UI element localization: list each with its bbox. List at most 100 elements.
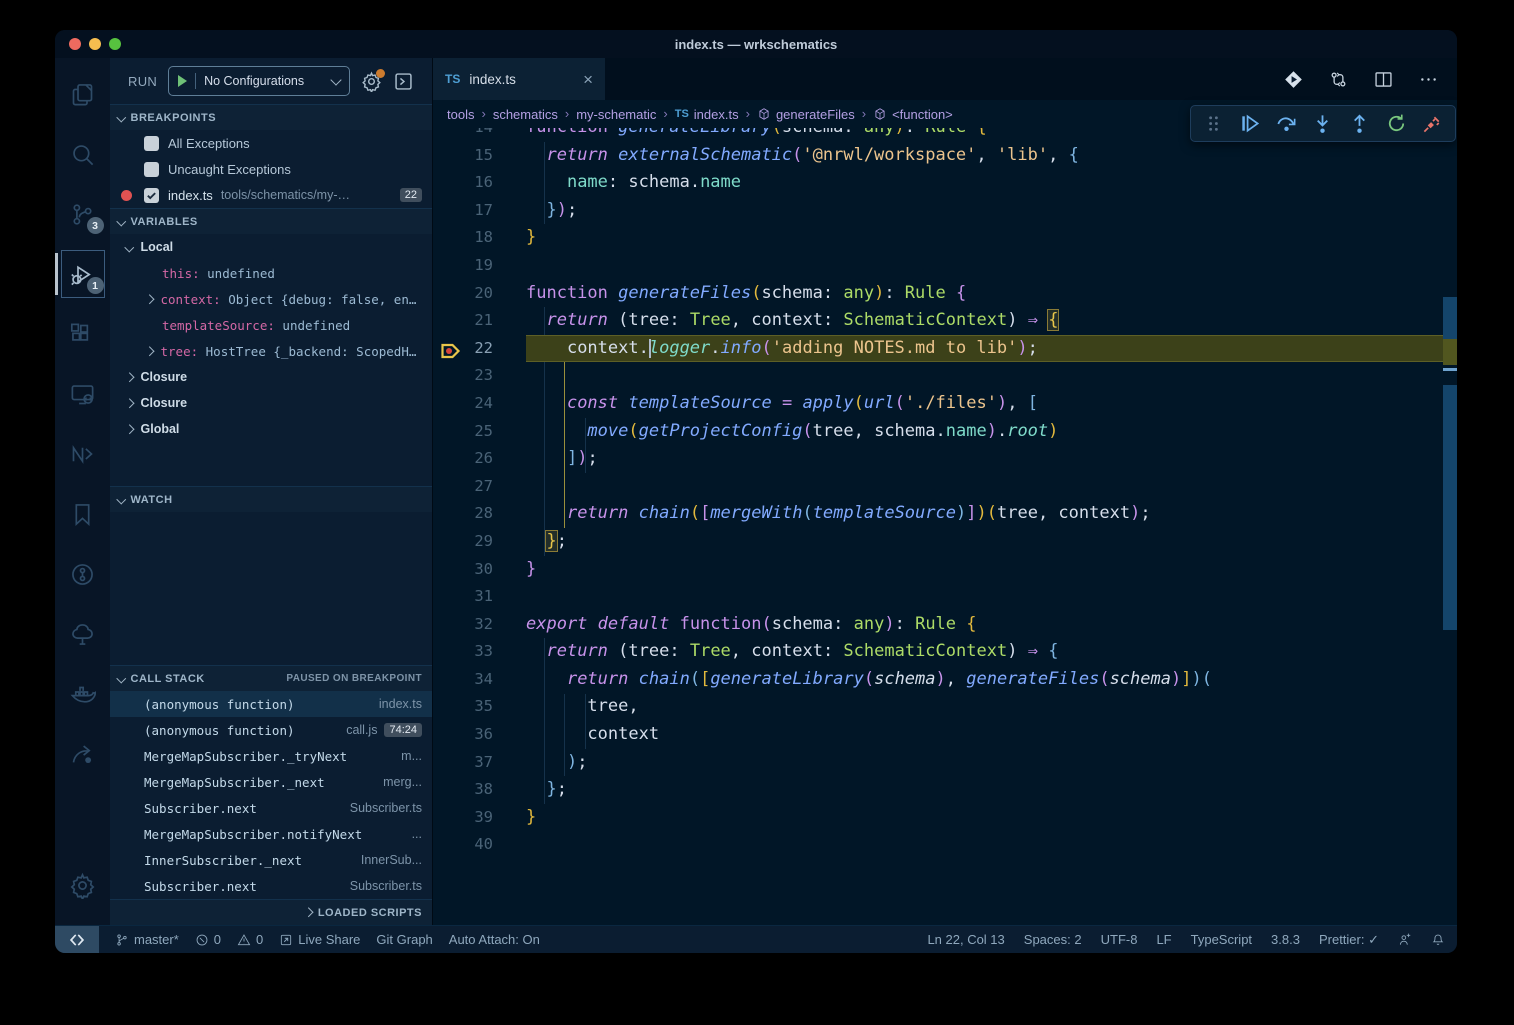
status-item-spaces-2[interactable]: Spaces: 2 — [1024, 932, 1082, 947]
status-item-git-graph[interactable]: Git Graph — [376, 932, 432, 947]
variable-row[interactable]: tree: HostTree {_backend: ScopedH… — [110, 338, 432, 364]
status-item-prettier-[interactable]: Prettier: ✓ — [1319, 932, 1379, 948]
overview-ruler[interactable] — [1443, 128, 1457, 925]
debug-toolbar-drag-handle[interactable] — [1198, 109, 1228, 139]
activity-item-docker[interactable] — [59, 664, 107, 724]
configure-gear-button[interactable] — [361, 71, 382, 92]
breakpoint-row[interactable]: All Exceptions — [110, 130, 432, 156]
variables-section-header[interactable]: VARIABLES — [110, 208, 432, 234]
gutter[interactable]: 24 — [433, 390, 526, 418]
breadcrumb-item[interactable]: <function> — [873, 107, 953, 122]
gutter[interactable]: 17 — [433, 197, 526, 225]
gutter[interactable]: 23 — [433, 362, 526, 390]
step-out-button[interactable] — [1345, 109, 1375, 139]
call-stack-frame[interactable]: MergeMapSubscriber.notifyNext... — [110, 821, 432, 847]
close-tab-icon[interactable]: × — [583, 71, 593, 88]
status-item-live-share[interactable]: Live Share — [279, 932, 360, 947]
activity-item-extensions[interactable] — [59, 304, 107, 364]
status-item-0[interactable]: 0 — [195, 932, 221, 947]
activity-item-bookmarks[interactable] — [59, 484, 107, 544]
launch-config-dropdown[interactable]: No Configurations — [168, 66, 350, 96]
call-stack-frame[interactable]: MergeMapSubscriber._tryNextm... — [110, 743, 432, 769]
gutter[interactable]: 32 — [433, 611, 526, 639]
variable-row[interactable]: Local — [110, 234, 432, 260]
start-debug-icon[interactable] — [178, 75, 187, 87]
breadcrumb-item[interactable]: TSindex.ts — [675, 107, 739, 122]
status-item-lf[interactable]: LF — [1156, 932, 1171, 947]
gutter[interactable]: 14 — [433, 128, 526, 142]
gutter[interactable]: 21 — [433, 307, 526, 335]
gutter[interactable]: 28 — [433, 500, 526, 528]
gutter[interactable]: 25 — [433, 418, 526, 446]
activity-item-source-control[interactable]: 3 — [59, 184, 107, 244]
gutter[interactable]: 37 — [433, 749, 526, 777]
gutter[interactable]: 31 — [433, 583, 526, 611]
gutter[interactable]: 38 — [433, 776, 526, 804]
gutter[interactable]: 39 — [433, 804, 526, 832]
breadcrumb-item[interactable]: schematics — [493, 107, 558, 122]
activity-item-nx-console[interactable] — [59, 424, 107, 484]
remote-indicator[interactable] — [55, 926, 99, 953]
breakpoint-row[interactable]: Uncaught Exceptions — [110, 156, 432, 182]
activity-item-run-debug[interactable]: 1 — [59, 244, 107, 304]
activity-item-remote-explorer[interactable] — [59, 364, 107, 424]
activity-item-settings-gear[interactable] — [59, 855, 107, 915]
status-item-ln-22-col-13[interactable]: Ln 22, Col 13 — [927, 932, 1004, 947]
gutter[interactable]: 27 — [433, 473, 526, 501]
variable-row[interactable]: Closure — [110, 390, 432, 416]
status-item-master-[interactable]: master* — [115, 932, 179, 947]
checkbox[interactable] — [144, 162, 159, 177]
gutter[interactable]: 40 — [433, 831, 526, 859]
activity-item-explorer[interactable] — [59, 64, 107, 124]
activity-item-todo-tree[interactable] — [59, 604, 107, 664]
variable-row[interactable]: Global — [110, 416, 432, 442]
call-stack-frame[interactable]: Subscriber.nextSubscriber.ts — [110, 873, 432, 899]
activity-item-share-arrow[interactable] — [59, 724, 107, 784]
debug-console-button[interactable] — [393, 71, 414, 92]
breadcrumb-item[interactable]: my-schematic — [576, 107, 656, 122]
breadcrumb-item[interactable]: generateFiles — [757, 107, 855, 122]
breakpoint-row[interactable]: index.tstools/schematics/my-sch...22 — [110, 182, 432, 208]
gutter[interactable]: 18 — [433, 224, 526, 252]
breakpoints-section-header[interactable]: BREAKPOINTS — [110, 104, 432, 130]
variable-row[interactable]: this: undefined — [110, 260, 432, 286]
gutter[interactable]: 20 — [433, 280, 526, 308]
gutter[interactable]: 34 — [433, 666, 526, 694]
status-item-feedback-person[interactable] — [1398, 933, 1412, 947]
status-item-auto-attach-on[interactable]: Auto Attach: On — [449, 932, 540, 947]
status-item-0[interactable]: 0 — [237, 932, 263, 947]
status-item-utf-8[interactable]: UTF-8 — [1101, 932, 1138, 947]
code-editor[interactable]: 14function generateLibrary(schema: any):… — [433, 128, 1457, 925]
variable-row[interactable]: templateSource: undefined — [110, 312, 432, 338]
breadcrumb-item[interactable]: tools — [447, 107, 474, 122]
status-item-3-8-3[interactable]: 3.8.3 — [1271, 932, 1300, 947]
variable-row[interactable]: Closure — [110, 364, 432, 390]
gutter[interactable]: 19 — [433, 252, 526, 280]
gutter[interactable]: 26 — [433, 445, 526, 473]
call-stack-section-header[interactable]: CALL STACK PAUSED ON BREAKPOINT — [110, 665, 432, 691]
call-stack-frame[interactable]: MergeMapSubscriber._nextmerg... — [110, 769, 432, 795]
activity-item-search[interactable] — [59, 124, 107, 184]
gutter[interactable]: 33 — [433, 638, 526, 666]
close-window-button[interactable] — [69, 38, 81, 50]
watch-section-header[interactable]: WATCH — [110, 486, 432, 512]
continue-button[interactable] — [1235, 109, 1265, 139]
activity-item-gitlens[interactable] — [59, 544, 107, 604]
checkbox-checked[interactable] — [144, 188, 159, 203]
minimize-window-button[interactable] — [89, 38, 101, 50]
status-item-bell[interactable] — [1431, 933, 1445, 947]
gutter[interactable]: 36 — [433, 721, 526, 749]
gutter[interactable]: 16 — [433, 169, 526, 197]
restart-button[interactable] — [1381, 109, 1411, 139]
zoom-window-button[interactable] — [109, 38, 121, 50]
gutter[interactable]: 35 — [433, 693, 526, 721]
call-stack-frame[interactable]: (anonymous function)index.ts — [110, 691, 432, 717]
run-debug-diamond-icon[interactable] — [1283, 69, 1304, 90]
open-changes-icon[interactable] — [1328, 69, 1349, 90]
checkbox[interactable] — [144, 136, 159, 151]
step-into-button[interactable] — [1308, 109, 1338, 139]
disconnect-button[interactable] — [1418, 109, 1448, 139]
variable-row[interactable]: context: Object {debug: false, en… — [110, 286, 432, 312]
step-over-button[interactable] — [1271, 109, 1301, 139]
call-stack-frame[interactable]: InnerSubscriber._nextInnerSub... — [110, 847, 432, 873]
